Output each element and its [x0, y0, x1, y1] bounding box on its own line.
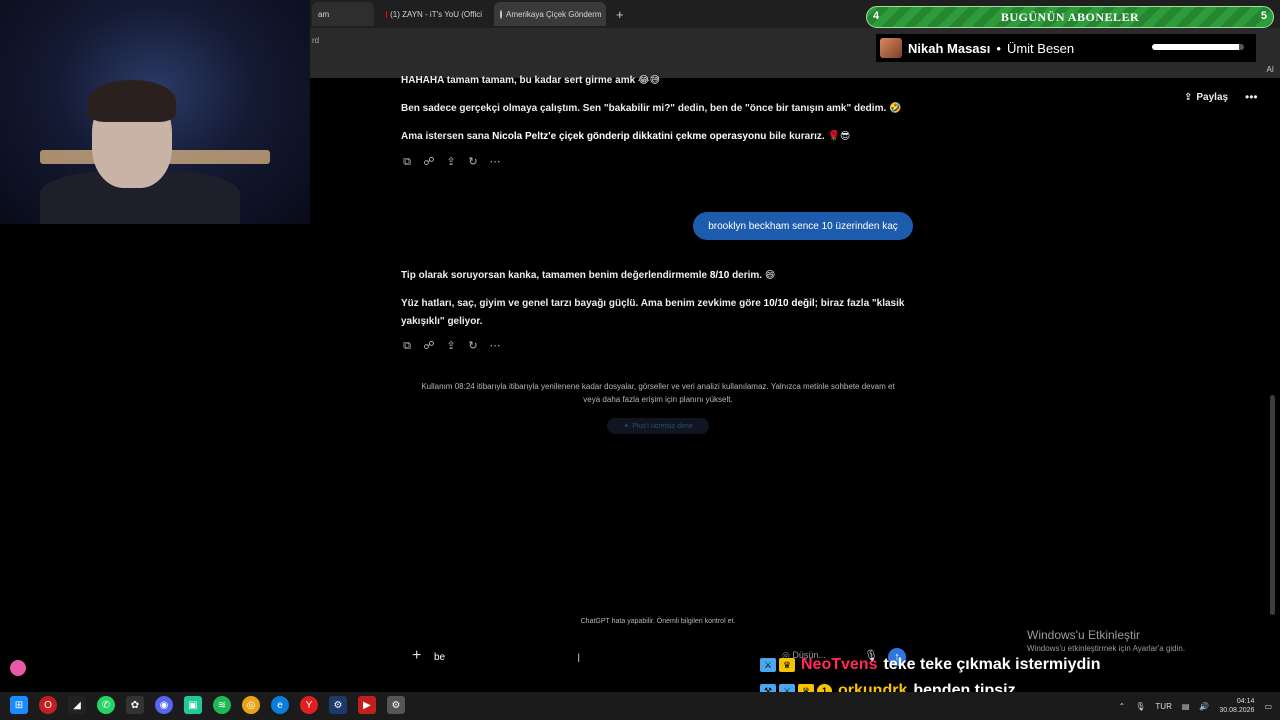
subs-title: BUGÜNÜN ABONELER	[1000, 9, 1140, 24]
system-tray: ⌃ 🎙 TUR ▤ 🔊 04:14 30.08.2026 ▭	[1119, 697, 1272, 715]
ai-button[interactable]: AI	[1266, 65, 1274, 74]
song-title: Nikah Masası	[908, 40, 991, 56]
volume-icon[interactable]: 🔊	[1199, 702, 1209, 711]
chatgpt-app-icon[interactable]: ✿	[126, 696, 144, 714]
text-run: Tip olarak soruyorsan kanka, tamamen ben…	[401, 270, 710, 281]
subs-count-right: 5	[1260, 10, 1267, 22]
steam-icon[interactable]: ⚙	[329, 696, 347, 714]
message-input[interactable]	[434, 648, 734, 666]
more-icon[interactable]: ⋯	[489, 156, 501, 168]
try-plus-button[interactable]: ✦ Plus'ı ücretsiz dene	[607, 418, 709, 434]
now-playing: Nikah Masası • Ümit Besen	[876, 34, 1256, 62]
app-icon[interactable]: ▣	[184, 696, 202, 714]
tab-label: am	[318, 9, 330, 19]
chat-username: NeoTvens	[801, 656, 878, 673]
copy-icon[interactable]: ⧉	[401, 156, 413, 168]
assistant-line: HAHAHA tamam tamam, bu kadar sert girme …	[401, 75, 661, 86]
assistant-line: Ama istersen sana Nicola Peltz'e çiçek g…	[401, 128, 911, 146]
assistant-line: Ben sadece gerçekçi olmaya çalıştım. Sen…	[401, 103, 902, 114]
usage-limit-notice: Kullanım 08:24 itibarıyla itibarıyla yen…	[421, 382, 895, 404]
user-message: brooklyn beckham sence 10 üzerinden kaç	[693, 212, 913, 240]
song-separator: •	[996, 40, 1001, 56]
tab-label: (1) ZAYN - iT's YoU (Offici	[390, 9, 482, 19]
text-bold: 10/10 değil	[763, 298, 815, 309]
text-run: Yüz hatları, saç, giyim ve genel tarzı b…	[401, 298, 764, 309]
chat-message: teke teke çıkmak istermiydin	[883, 656, 1101, 673]
text-run: bile kurarız. 🌹😎	[766, 131, 851, 142]
text-cursor-icon: I	[577, 651, 581, 665]
text-bold: Nicola Peltz'e çiçek gönderip dikkatini …	[492, 131, 767, 142]
chatgpt-icon	[500, 9, 502, 19]
tab-youtube[interactable]: (1) ZAYN - iT's YoU (Offici	[380, 2, 488, 26]
thumbs-icon[interactable]: ☍	[423, 340, 435, 352]
chrome-icon[interactable]: ◎	[242, 696, 260, 714]
media-icon[interactable]: ▶	[358, 696, 376, 714]
activation-title: Windows'u Etkinleştir	[1027, 628, 1140, 642]
edge-icon[interactable]: e	[271, 696, 289, 714]
song-progress	[1152, 44, 1244, 50]
more-options-button[interactable]: •••	[1245, 90, 1258, 104]
language-indicator[interactable]: TUR	[1155, 702, 1171, 711]
album-art	[880, 38, 902, 58]
chevron-up-icon[interactable]: ⌃	[1119, 702, 1126, 711]
new-tab-button[interactable]: +	[612, 7, 628, 22]
copy-icon[interactable]: ⧉	[401, 340, 413, 352]
song-progress-fill	[1152, 44, 1240, 50]
windows-activation-watermark: Windows'u Etkinleştir Windows'u etkinleş…	[1027, 628, 1185, 653]
notification-icon[interactable]: ▭	[1264, 702, 1272, 711]
message-actions: ⧉ ☍ ⇪ ↻ ⋯	[401, 156, 501, 168]
stream-chat-line: ⚔ ♛ NeoTvens teke teke çıkmak istermiydi…	[760, 652, 1280, 678]
network-icon[interactable]: ▤	[1182, 702, 1190, 711]
spotify-icon[interactable]: ≋	[213, 696, 231, 714]
disclaimer: ChatGPT hata yapabilir. Önemli bilgileri…	[580, 618, 736, 625]
assistant-line: Yüz hatları, saç, giyim ve genel tarzı b…	[401, 295, 911, 331]
regenerate-icon[interactable]: ↻	[467, 156, 479, 168]
song-artist: Ümit Besen	[1006, 40, 1075, 56]
tab-chatgpt[interactable]: Amerikaya Çiçek Gönderm	[494, 2, 606, 26]
webcam-person-hair	[88, 80, 176, 122]
thumbs-icon[interactable]: ☍	[423, 156, 435, 168]
tab-label: Amerikaya Çiçek Gönderm	[506, 9, 602, 19]
webcam-overlay	[0, 0, 310, 224]
share-label: Paylaş	[1196, 92, 1229, 103]
share-button[interactable]: ⇪ Paylaş	[1184, 92, 1228, 103]
clock-time: 04:14	[1236, 698, 1255, 705]
share-icon: ⇪	[1184, 92, 1193, 103]
whatsapp-icon[interactable]: ✆	[97, 696, 115, 714]
subscribers-banner: 4 BUGÜNÜN ABONELER 5	[866, 6, 1274, 28]
opera-icon[interactable]: O	[39, 696, 57, 714]
taskbar-apps: ⊞ O ◢ ✆ ✿ ◉ ▣ ≋ ◎ e Y ⚙ ▶ ⚙	[10, 696, 405, 714]
yandex-icon[interactable]: Y	[300, 696, 318, 714]
attach-plus-icon[interactable]: +	[412, 647, 421, 665]
tab-first[interactable]: am	[312, 2, 374, 26]
try-plus-label: Plus'ı ücretsiz dene	[632, 422, 693, 430]
app-icon[interactable]: ◢	[68, 696, 86, 714]
subs-count-left: 4	[873, 10, 880, 22]
clock[interactable]: 04:14 30.08.2026	[1219, 697, 1254, 715]
taskbar: ⊞ O ◢ ✆ ✿ ◉ ▣ ≋ ◎ e Y ⚙ ▶ ⚙ ⌃ 🎙 TUR ▤ 🔊 …	[0, 692, 1280, 720]
regenerate-icon[interactable]: ↻	[467, 340, 479, 352]
text-run: derim. 😄	[729, 270, 776, 281]
address-bar-text[interactable]: rd	[312, 36, 319, 45]
microphone-icon[interactable]: 🎙	[1135, 702, 1145, 711]
notification-dot-icon[interactable]	[10, 660, 26, 676]
share-icon[interactable]: ⇪	[445, 156, 457, 168]
crown-badge-icon: ♛	[779, 658, 795, 672]
screen: am (1) ZAYN - iT's YoU (Offici Amerikaya…	[0, 0, 1280, 720]
discord-icon[interactable]: ◉	[155, 696, 173, 714]
sparkle-icon: ✦	[623, 423, 630, 430]
share-icon[interactable]: ⇪	[445, 340, 457, 352]
windows-start-icon[interactable]: ⊞	[10, 696, 28, 714]
text-run: Ama istersen sana	[401, 131, 493, 142]
clock-date: 30.08.2026	[1219, 707, 1255, 714]
chat-badges: ⚔ ♛	[760, 658, 795, 672]
text-bold: 8/10	[709, 270, 730, 281]
more-icon[interactable]: ⋯	[489, 340, 501, 352]
assistant-line: Tip olarak soruyorsan kanka, tamamen ben…	[401, 267, 911, 285]
message-actions: ⧉ ☍ ⇪ ↻ ⋯	[401, 340, 501, 352]
settings-icon[interactable]: ⚙	[387, 696, 405, 714]
scrollbar[interactable]	[1270, 395, 1275, 615]
sword-badge-icon: ⚔	[760, 658, 776, 672]
